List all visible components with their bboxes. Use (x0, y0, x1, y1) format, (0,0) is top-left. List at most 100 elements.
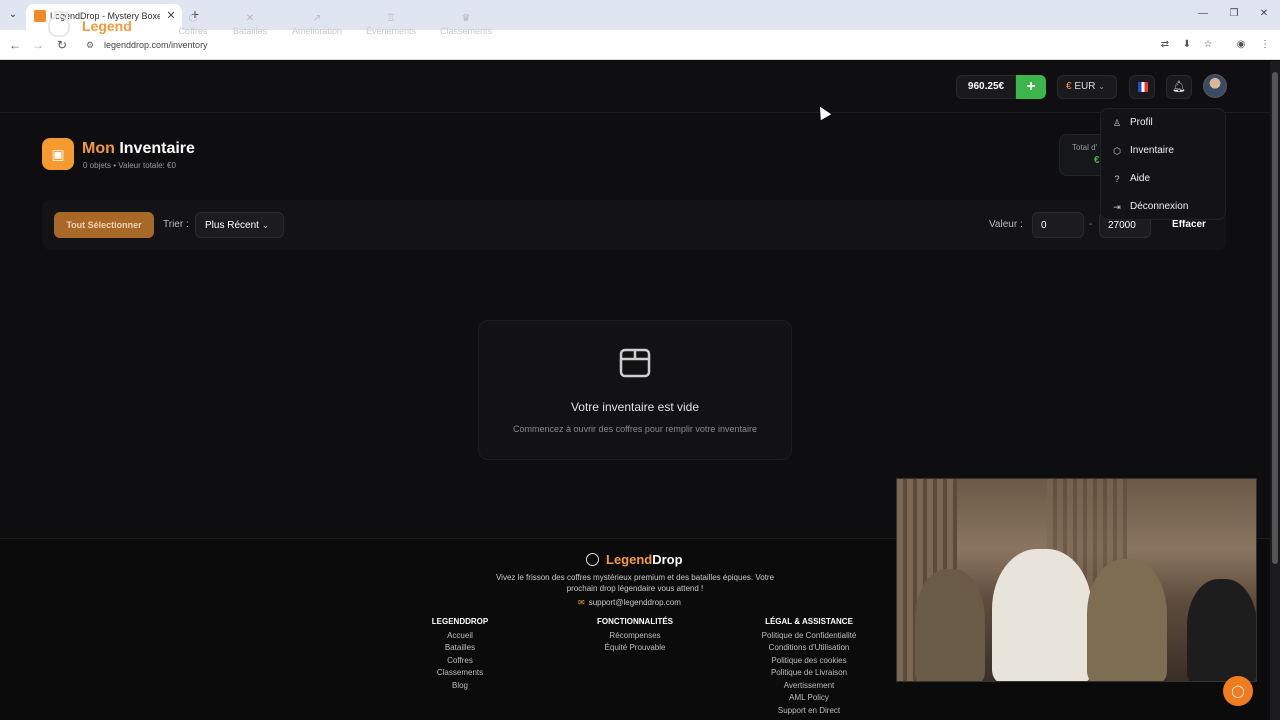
menu-item-profil[interactable]: ♙ Profil (1111, 113, 1221, 133)
url-field[interactable]: legenddrop.com/inventory (104, 39, 208, 51)
trophy-icon: ♖ (386, 13, 396, 24)
footer-link[interactable]: Politique de Livraison (749, 668, 869, 678)
footer-tagline: Vivez le frisson des coffres mystérieux … (495, 573, 775, 593)
scrollbar-thumb[interactable] (1272, 72, 1278, 564)
footer-link[interactable]: Avertissement (749, 681, 869, 691)
avatar[interactable] (1203, 74, 1227, 98)
footer-logo-legend: Legend (606, 552, 653, 567)
person-far-right (1187, 579, 1256, 681)
page-subtitle: 0 objets • Valeur totale: €0 (83, 161, 176, 170)
footer-link[interactable]: Équité Prouvable (580, 643, 690, 653)
window-close-icon[interactable]: ✕ (1257, 6, 1271, 22)
menu-item-label: Inventaire (1130, 145, 1174, 156)
footer-heading-legal: LÉGAL & ASSISTANCE (765, 617, 853, 626)
footer-logo-icon (586, 553, 599, 566)
nav-batailles[interactable]: ✕ Batailles (229, 13, 271, 39)
footer-link[interactable]: Blog (420, 681, 500, 691)
person-left (915, 569, 985, 681)
sort-label: Trier : (163, 219, 189, 230)
restore-icon[interactable]: ❐ (1227, 6, 1241, 22)
nav-label: Classements (439, 26, 493, 36)
sort-value: Plus Récent (205, 220, 259, 231)
tab-list-chevron-icon[interactable]: ⌄ (6, 8, 20, 22)
footer-link[interactable]: Batailles (420, 643, 500, 653)
footer-link[interactable]: Conditions d'Utilisation (749, 643, 869, 653)
footer-email: support@legenddrop.com (588, 598, 681, 607)
nav-classements[interactable]: ♛ Classements (438, 13, 494, 39)
person-right (1087, 559, 1167, 681)
footer-link[interactable]: Politique des cookies (749, 656, 869, 666)
menu-item-label: Profil (1130, 117, 1153, 128)
back-arrow-icon[interactable]: ← (7, 37, 23, 53)
help-icon: ? (1114, 174, 1120, 184)
footer-link[interactable]: Classements (420, 668, 500, 678)
crown-icon: ♛ (461, 13, 471, 24)
bell-icon: 🔔︎ (1172, 81, 1186, 93)
range-dash: - (1089, 219, 1093, 230)
menu-item-label: Déconnexion (1130, 201, 1189, 212)
footer-link[interactable]: AML Policy (749, 693, 869, 703)
footer-email-link[interactable]: ✉ support@legenddrop.com (578, 597, 681, 608)
notifications-button[interactable]: 🔔︎ (1166, 75, 1192, 99)
footer-logo[interactable]: LegendDrop (606, 552, 683, 568)
nav-label: Coffres (178, 26, 208, 36)
empty-subtitle: Commencez à ouvrir des coffres pour remp… (513, 424, 757, 434)
webcam-overlay (896, 478, 1257, 682)
footer-link[interactable]: Coffres (420, 656, 500, 666)
trend-up-icon: ↗ (312, 13, 322, 24)
min-value-input[interactable] (1032, 212, 1084, 238)
translate-icon[interactable]: ⇄ (1158, 38, 1172, 52)
deposit-button[interactable]: + (1016, 75, 1046, 99)
empty-state-card (478, 320, 792, 460)
currency-select[interactable]: € EUR ⌄ (1057, 75, 1117, 99)
footer-heading-fonctionnalites: FONCTIONNALITÉS (597, 617, 673, 626)
french-flag-icon (1138, 82, 1148, 92)
logo-icon[interactable] (48, 11, 70, 37)
logout-icon: ⇥ (1113, 202, 1121, 212)
euro-icon: € (1066, 81, 1072, 92)
balance-display[interactable]: 960.25€ (956, 75, 1016, 99)
language-button[interactable] (1129, 75, 1155, 99)
footer-link[interactable]: Récompenses (580, 631, 690, 641)
nav-amelioration[interactable]: ↗ Amélioration (290, 13, 344, 39)
sort-select[interactable]: Plus Récent ⌄ (195, 212, 284, 238)
value-label: Valeur : (989, 219, 1023, 230)
nav-coffres[interactable]: ⬡ Coffres (173, 13, 213, 39)
page-title: Mon Inventaire (82, 139, 195, 159)
minimize-icon[interactable]: — (1196, 6, 1210, 22)
footer-link[interactable]: Accueil (420, 631, 500, 641)
nav-evenements[interactable]: ♖ Événements (364, 13, 418, 39)
chevron-down-icon: ⌄ (261, 220, 270, 230)
chat-support-button[interactable]: ◯ (1223, 676, 1253, 706)
browser-menu-icon[interactable]: ⋮ (1258, 38, 1272, 52)
menu-item-inventaire[interactable]: ⬡ Inventaire (1111, 141, 1221, 161)
footer-link[interactable]: Support en Direct (749, 706, 869, 716)
page-title-part1: Mon (82, 140, 115, 157)
footer-heading-legenddrop: LEGENDDROP (431, 617, 489, 626)
select-all-button[interactable]: Tout Sélectionner (54, 212, 154, 238)
page-title-part2: Inventaire (119, 140, 195, 157)
box-icon: ⬡ (1113, 146, 1121, 156)
user-menu-dropdown: ♙ Profil ⬡ Inventaire ? Aide ⇥ Déconnexi… (1100, 108, 1226, 220)
footer-link[interactable]: Politique de Confidentialité (749, 631, 869, 641)
nav-label: Événements (365, 26, 417, 36)
cube-icon: ⬡ (188, 13, 198, 24)
footer-logo-drop: Drop (652, 552, 683, 567)
bookmark-star-icon[interactable]: ☆ (1201, 38, 1215, 52)
menu-item-aide[interactable]: ? Aide (1111, 169, 1221, 189)
menu-item-label: Aide (1130, 173, 1151, 184)
site-info-icon[interactable]: ⚙ (84, 39, 96, 51)
chevron-down-icon: ⌄ (1098, 82, 1105, 91)
forward-arrow-icon[interactable]: → (30, 37, 46, 53)
person-center (992, 549, 1092, 681)
reload-icon[interactable]: ↻ (54, 37, 70, 53)
menu-item-deconnexion[interactable]: ⇥ Déconnexion (1111, 197, 1221, 217)
nav-label: Amélioration (291, 26, 343, 36)
profile-icon[interactable]: ◉ (1234, 38, 1248, 52)
inventory-box-icon: ▣ (42, 138, 74, 170)
currency-label: EUR (1074, 81, 1096, 92)
logo[interactable]: LegendDrop (82, 17, 164, 35)
install-app-icon[interactable]: ⬇ (1180, 38, 1194, 52)
total-label: Total d' (1072, 143, 1098, 152)
envelope-icon: ✉ (578, 598, 585, 607)
